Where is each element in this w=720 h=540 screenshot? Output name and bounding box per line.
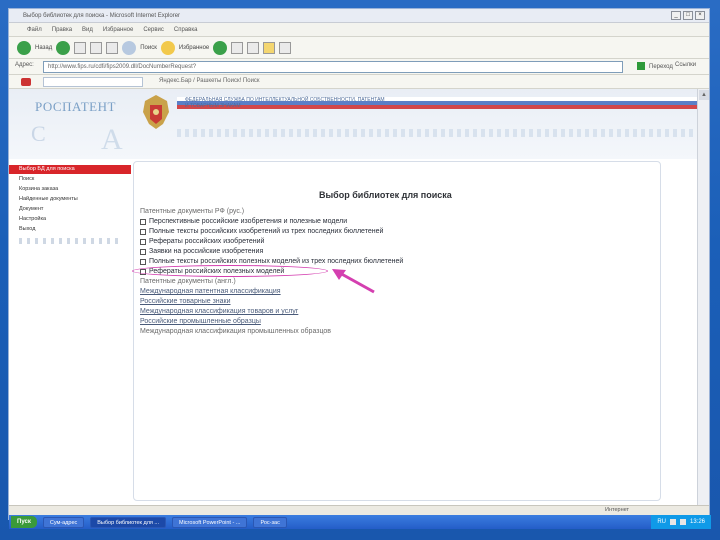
menu-item-file[interactable]: Файл [27, 23, 42, 36]
library-option-label: Полные тексты российских полезных моделе… [149, 258, 404, 265]
home-icon[interactable] [106, 41, 119, 54]
org-title: ФЕДЕРАЛЬНАЯ СЛУЖБА ПО ИНТЕЛЛЕКТУАЛЬНОЙ С… [185, 97, 385, 109]
scroll-up-icon[interactable]: ▲ [699, 90, 709, 100]
library-option-full-text-inventions[interactable]: Полные тексты российских изобретений из … [140, 228, 383, 235]
header-pattern [177, 129, 699, 137]
folder-icon[interactable] [263, 41, 276, 54]
page-title: Выбор библиотек для поиска [319, 190, 452, 200]
site-header: РОСПАТЕНТ ФЕДЕРАЛЬНАЯ СЛУЖБА ПО ИНТЕЛЛЕК… [9, 89, 699, 159]
checkbox[interactable] [140, 238, 146, 245]
sidebar-item-search[interactable]: Поиск [9, 174, 131, 184]
ipc-link[interactable]: Международная патентная классификация [140, 288, 281, 295]
sidebar-nav: Выбор БД для поиска Поиск Корзина заказа… [9, 165, 131, 244]
nice-classification-link[interactable]: Международная классификация товаров и ус… [140, 308, 298, 315]
messenger-icon[interactable] [279, 41, 292, 54]
taskbar-item-active[interactable]: Выбор библиотек для ... [90, 516, 166, 528]
search-icon[interactable] [122, 40, 137, 55]
checkbox[interactable] [140, 248, 146, 255]
library-option-label: Рефераты российских изобретений [149, 238, 265, 245]
checkbox[interactable] [140, 228, 146, 235]
window-titlebar: Выбор библиотек для поиска - Microsoft I… [9, 9, 709, 23]
sidebar-item-order-cart[interactable]: Корзина заказа [9, 184, 131, 194]
library-option-invention-applications[interactable]: Заявки на российские изобретения [140, 248, 263, 255]
address-label: Адрес: [15, 62, 34, 68]
browser-window: Выбор библиотек для поиска - Microsoft I… [8, 8, 711, 529]
address-input[interactable]: http://www.fips.ru/cdfi/fips2009.dll/Doc… [43, 61, 623, 73]
sidebar-pattern [19, 238, 123, 244]
start-button[interactable]: Пуск [11, 516, 37, 528]
favorites-star-icon[interactable] [160, 40, 175, 55]
forward-arrow-icon[interactable] [56, 40, 71, 55]
go-arrow-icon[interactable] [637, 62, 645, 70]
favorites-button[interactable]: Избранное [179, 45, 209, 51]
yandex-bar-links[interactable]: Яндекс.Бар / Рашкеты Поиск! Поиск [159, 78, 260, 84]
menu-item-tools[interactable]: Сервис [143, 23, 164, 36]
locarno-classification-link[interactable]: Международная классификация промышленных… [140, 328, 331, 335]
header-decor-letter-a: А [101, 123, 123, 156]
back-button[interactable]: Назад [35, 45, 52, 51]
status-bar: Интернет [9, 505, 709, 515]
checkbox[interactable] [140, 258, 146, 265]
checkbox[interactable] [140, 218, 146, 225]
sidebar-item-db-selection[interactable]: Выбор БД для поиска [9, 165, 131, 174]
menu-item-help[interactable]: Справка [174, 23, 198, 36]
library-option-invention-abstracts[interactable]: Рефераты российских изобретений [140, 238, 264, 245]
system-tray: RU 13:26 [651, 515, 711, 529]
pointer-arrow-icon [332, 269, 375, 294]
menu-item-favorites[interactable]: Избранное [103, 23, 133, 36]
print-icon[interactable] [247, 41, 260, 54]
taskbar-item[interactable]: Рос-зас [253, 516, 287, 528]
yandex-search-input[interactable] [43, 77, 143, 87]
yandex-bar: Яндекс.Бар / Рашкеты Поиск! Поиск [9, 75, 709, 89]
minimize-button[interactable]: _ [671, 11, 681, 20]
library-option-label: Полные тексты российских изобретений из … [149, 228, 384, 235]
patent-docs-en-link[interactable]: Патентные документы (англ.) [140, 278, 236, 285]
taskbar-item[interactable]: Сум-адрес [42, 516, 85, 528]
library-option-prospective[interactable]: Перспективные российские изобретения и п… [140, 218, 347, 225]
rospatent-logo[interactable]: РОСПАТЕНТ [35, 99, 116, 115]
menu-item-view[interactable]: Вид [82, 23, 93, 36]
menu-item-edit[interactable]: Правка [52, 23, 72, 36]
back-arrow-icon[interactable] [17, 40, 31, 55]
maximize-button[interactable]: □ [683, 11, 693, 20]
highlight-ellipse [132, 265, 328, 277]
links-label[interactable]: Ссылки [675, 62, 696, 68]
address-bar: Адрес: http://www.fips.ru/cdfi/fips2009.… [9, 59, 709, 75]
media-icon[interactable] [213, 40, 228, 55]
sidebar-item-exit[interactable]: Выход [9, 224, 131, 234]
security-zone: Интернет [605, 507, 629, 513]
menu-bar: Файл Правка Вид Избранное Сервис Справка [9, 23, 709, 37]
clock: 13:26 [689, 519, 705, 525]
library-option-full-text-utility-models[interactable]: Полные тексты российских полезных моделе… [140, 258, 403, 265]
language-indicator[interactable]: RU [657, 519, 666, 525]
library-option-label: Заявки на российские изобретения [149, 248, 264, 255]
window-title: Выбор библиотек для поиска - Microsoft I… [23, 13, 181, 19]
yandex-logo-icon[interactable] [21, 78, 31, 86]
patent-docs-ru-label: Патентные документы РФ (рус.) [140, 208, 245, 215]
tray-icon[interactable] [669, 519, 676, 525]
sidebar-item-found-documents[interactable]: Найденные документы [9, 194, 131, 204]
library-selection-panel: Выбор библиотек для поиска Патентные док… [132, 161, 661, 501]
stop-icon[interactable] [74, 41, 87, 54]
search-button[interactable]: Поиск [140, 45, 157, 51]
windows-taskbar: Пуск Сум-адрес Выбор библиотек для ... M… [9, 515, 711, 529]
russian-trademarks-link[interactable]: Российские товарные знаки [140, 298, 231, 305]
tray-icon[interactable] [679, 519, 686, 525]
refresh-icon[interactable] [90, 41, 103, 54]
sidebar-item-settings[interactable]: Настройка [9, 214, 131, 224]
russian-industrial-designs-link[interactable]: Российские промышленные образцы [140, 318, 261, 325]
vertical-scrollbar[interactable]: ▲ [697, 89, 709, 505]
coat-of-arms-icon [143, 95, 169, 129]
library-option-label: Перспективные российские изобретения и п… [149, 218, 348, 225]
mail-icon[interactable] [231, 41, 244, 54]
header-decor-letter-c: С [31, 121, 46, 146]
taskbar-item[interactable]: Microsoft PowerPoint - ... [172, 516, 248, 528]
go-button[interactable]: Переход [649, 61, 673, 73]
close-button[interactable]: × [695, 11, 705, 20]
page-viewport: РОСПАТЕНТ ФЕДЕРАЛЬНАЯ СЛУЖБА ПО ИНТЕЛЛЕК… [9, 89, 699, 505]
sidebar-item-document[interactable]: Документ [9, 204, 131, 214]
toolbar: Назад Поиск Избранное [9, 37, 709, 59]
